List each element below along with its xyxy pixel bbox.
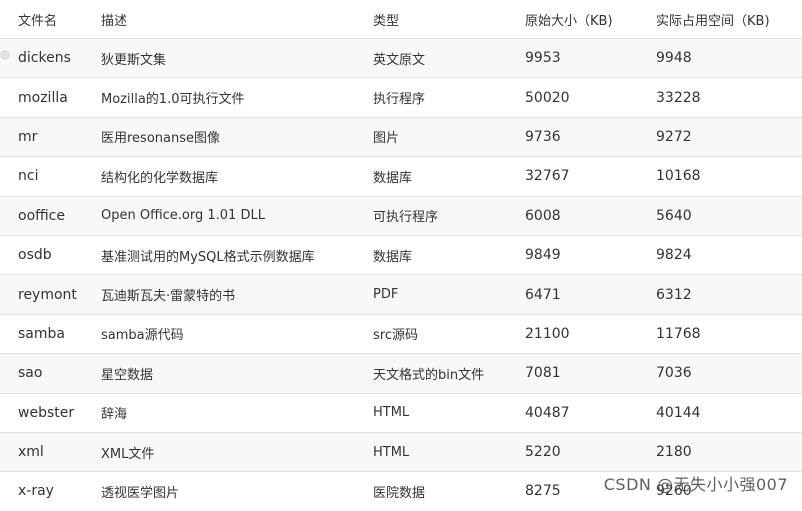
table-row: osdb 基准测试用的MySQL格式示例数据库 数据库 9849 9824 — [0, 234, 802, 275]
header-type: 类型 — [373, 13, 400, 29]
cell-filename: webster — [0, 392, 83, 433]
cell-original-size: 21100 — [507, 313, 638, 354]
cell-filename: osdb — [0, 234, 83, 275]
table-row: nci 结构化的化学数据库 数据库 32767 10168 — [0, 156, 802, 197]
cell-filename: mr — [0, 116, 83, 157]
table-row: webster 辞海 HTML 40487 40144 — [0, 392, 802, 433]
table-row: xml XML文件 HTML 5220 2180 — [0, 431, 802, 472]
cell-description: 结构化的化学数据库 — [83, 156, 355, 197]
cell-description: 狄更斯文集 — [83, 37, 355, 78]
cell-type: 英文原文 — [355, 37, 507, 78]
header-actual-size: 实际占用空间（KB) — [656, 13, 770, 29]
cell-original-size: 40487 — [507, 392, 638, 433]
cell-type: src源码 — [355, 313, 507, 354]
cell-original-size: 6471 — [507, 274, 638, 315]
cell-description: Mozilla的1.0可执行文件 — [83, 77, 355, 118]
cell-actual-size: 6312 — [638, 274, 802, 315]
table-row: mozilla Mozilla的1.0可执行文件 执行程序 50020 33228 — [0, 77, 802, 118]
cell-description: XML文件 — [83, 431, 355, 472]
cell-filename: samba — [0, 313, 83, 354]
cell-type: 可执行程序 — [355, 195, 507, 236]
cell-filename: x-ray — [0, 471, 83, 511]
table-row: samba samba源代码 src源码 21100 11768 — [0, 313, 802, 354]
cell-description: samba源代码 — [83, 313, 355, 354]
cell-original-size: 7081 — [507, 353, 638, 394]
table-row: dickens 狄更斯文集 英文原文 9953 9948 — [0, 37, 802, 78]
table-row: ooffice Open Office.org 1.01 DLL 可执行程序 6008… — [0, 195, 802, 236]
cell-original-size: 5220 — [507, 431, 638, 472]
cell-description: 星空数据 — [83, 353, 355, 394]
cell-actual-size: 33228 — [638, 77, 802, 118]
table-header-row: 文件名 描述 类型 原始大小（KB) 实际占用空间（KB) — [0, 0, 802, 39]
cell-type: HTML — [355, 431, 507, 472]
edge-marker — [0, 50, 10, 60]
cell-filename: xml — [0, 431, 83, 472]
cell-original-size: 32767 — [507, 156, 638, 197]
cell-actual-size: 40144 — [638, 392, 802, 433]
cell-actual-size: 11768 — [638, 313, 802, 354]
cell-filename: ooffice — [0, 195, 83, 236]
cell-type: 执行程序 — [355, 77, 507, 118]
cell-type: 数据库 — [355, 234, 507, 275]
header-original-size: 原始大小（KB) — [525, 13, 613, 29]
cell-description: Open Office.org 1.01 DLL — [83, 195, 355, 236]
cell-actual-size: 9272 — [638, 116, 802, 157]
header-filename: 文件名 — [18, 13, 58, 29]
cell-original-size: 50020 — [507, 77, 638, 118]
cell-description: 医用resonanse图像 — [83, 116, 355, 157]
cell-type: 医院数据 — [355, 471, 507, 511]
cell-description: 基准测试用的MySQL格式示例数据库 — [83, 234, 355, 275]
cell-filename: dickens — [0, 37, 83, 78]
cell-original-size: 6008 — [507, 195, 638, 236]
cell-description: 透视医学图片 — [83, 471, 355, 511]
table-row: sao 星空数据 天文格式的bin文件 7081 7036 — [0, 353, 802, 394]
cell-actual-size: 7036 — [638, 353, 802, 394]
cell-original-size: 9849 — [507, 234, 638, 275]
cell-type: PDF — [355, 274, 507, 315]
cell-original-size: 9953 — [507, 37, 638, 78]
cell-filename: mozilla — [0, 77, 83, 118]
cell-actual-size: 10168 — [638, 156, 802, 197]
cell-original-size: 9736 — [507, 116, 638, 157]
cell-actual-size: 9824 — [638, 234, 802, 275]
cell-actual-size: 5640 — [638, 195, 802, 236]
compression-corpus-table: 文件名 描述 类型 原始大小（KB) 实际占用空间（KB) dickens 狄更斯… — [0, 0, 802, 511]
cell-filename: reymont — [0, 274, 83, 315]
cell-type: 图片 — [355, 116, 507, 157]
cell-type: 天文格式的bin文件 — [355, 353, 507, 394]
header-description: 描述 — [101, 13, 128, 29]
cell-description: 瓦迪斯瓦夫·雷蒙特的书 — [83, 274, 355, 315]
table-row: reymont 瓦迪斯瓦夫·雷蒙特的书 PDF 6471 6312 — [0, 274, 802, 315]
cell-description: 辞海 — [83, 392, 355, 433]
cell-type: 数据库 — [355, 156, 507, 197]
cell-actual-size: 2180 — [638, 431, 802, 472]
cell-actual-size: 9948 — [638, 37, 802, 78]
table-row: mr 医用resonanse图像 图片 9736 9272 — [0, 116, 802, 157]
cell-filename: sao — [0, 353, 83, 394]
csdn-watermark: CSDN @无失小小强007 — [603, 475, 788, 494]
cell-filename: nci — [0, 156, 83, 197]
cell-type: HTML — [355, 392, 507, 433]
